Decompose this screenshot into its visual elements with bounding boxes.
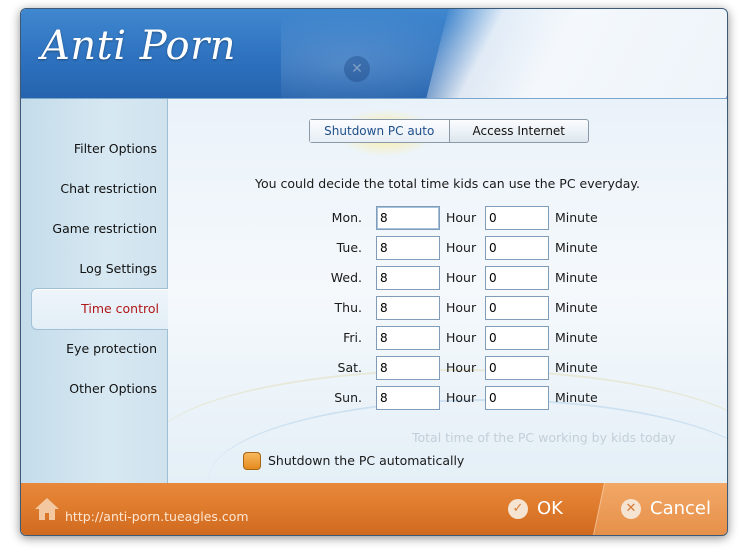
hour-label: Hour bbox=[446, 360, 477, 375]
sidebar-item-log-settings[interactable]: Log Settings bbox=[29, 249, 157, 289]
day-label: Sat. bbox=[337, 360, 362, 375]
sidebar: Filter Options Chat restriction Game res… bbox=[21, 99, 168, 483]
hour-label: Hour bbox=[446, 300, 477, 315]
hour-label: Hour bbox=[446, 270, 477, 285]
day-label: Wed. bbox=[330, 270, 362, 285]
minute-label: Minute bbox=[555, 270, 598, 285]
header-banner: Anti Porn ✕ bbox=[21, 9, 727, 99]
sidebar-item-label: Eye protection bbox=[66, 341, 157, 356]
day-row-wed: Wed. Hour Minute bbox=[168, 266, 727, 290]
day-label: Sun. bbox=[334, 390, 362, 405]
minute-label: Minute bbox=[555, 390, 598, 405]
close-icon: ✕ bbox=[621, 499, 641, 519]
app-title: Anti Porn bbox=[41, 23, 236, 69]
checkbox-box[interactable] bbox=[243, 452, 261, 470]
minute-input-fri[interactable] bbox=[485, 326, 549, 350]
sidebar-item-label: Other Options bbox=[69, 381, 157, 396]
sidebar-item-label: Log Settings bbox=[79, 261, 157, 276]
hour-label: Hour bbox=[446, 390, 477, 405]
checkbox-label: Shutdown the PC automatically bbox=[268, 453, 465, 468]
minute-input-sat[interactable] bbox=[485, 356, 549, 380]
sidebar-item-label: Chat restriction bbox=[60, 181, 157, 196]
cancel-label: Cancel bbox=[650, 498, 711, 519]
footer-bar: http://anti-porn.tueagles.com ✓ OK ✕ Can… bbox=[21, 483, 727, 535]
sidebar-item-label: Time control bbox=[81, 301, 159, 316]
website-link[interactable]: http://anti-porn.tueagles.com bbox=[65, 509, 249, 524]
day-label: Tue. bbox=[336, 240, 362, 255]
hour-input-tue[interactable] bbox=[376, 236, 440, 260]
day-row-thu: Thu. Hour Minute bbox=[168, 296, 727, 320]
sidebar-item-label: Filter Options bbox=[73, 141, 157, 156]
hour-input-wed[interactable] bbox=[376, 266, 440, 290]
sidebar-item-filter-options[interactable]: Filter Options bbox=[29, 129, 157, 169]
minute-label: Minute bbox=[555, 240, 598, 255]
hour-input-sat[interactable] bbox=[376, 356, 440, 380]
header-glow bbox=[281, 9, 501, 98]
today-usage-text: Total time of the PC working by kids tod… bbox=[412, 430, 676, 445]
minute-label: Minute bbox=[555, 330, 598, 345]
close-icon: ✕ bbox=[344, 56, 370, 82]
minute-input-sun[interactable] bbox=[485, 386, 549, 410]
tab-shutdown-pc-auto[interactable]: Shutdown PC auto bbox=[310, 120, 450, 142]
day-label: Mon. bbox=[331, 210, 362, 225]
minute-input-wed[interactable] bbox=[485, 266, 549, 290]
tab-access-internet[interactable]: Access Internet bbox=[450, 120, 589, 142]
minute-label: Minute bbox=[555, 300, 598, 315]
minute-label: Minute bbox=[555, 210, 598, 225]
hour-label: Hour bbox=[446, 210, 477, 225]
sidebar-item-game-restriction[interactable]: Game restriction bbox=[29, 209, 157, 249]
hour-input-fri[interactable] bbox=[376, 326, 440, 350]
check-icon: ✓ bbox=[508, 499, 528, 519]
sidebar-item-chat-restriction[interactable]: Chat restriction bbox=[29, 169, 157, 209]
tab-bar: Shutdown PC auto Access Internet bbox=[309, 119, 589, 143]
day-row-sat: Sat. Hour Minute bbox=[168, 356, 727, 380]
sidebar-item-time-control[interactable]: Time control bbox=[31, 288, 168, 330]
main-panel: Shutdown PC auto Access Internet You cou… bbox=[168, 99, 727, 483]
hour-label: Hour bbox=[446, 330, 477, 345]
day-row-sun: Sun. Hour Minute bbox=[168, 386, 727, 410]
hour-input-sun[interactable] bbox=[376, 386, 440, 410]
app-window: Anti Porn ✕ Filter Options Chat restrict… bbox=[20, 8, 728, 536]
minute-input-thu[interactable] bbox=[485, 296, 549, 320]
minute-label: Minute bbox=[555, 360, 598, 375]
day-label: Fri. bbox=[343, 330, 362, 345]
day-label: Thu. bbox=[334, 300, 362, 315]
time-description: You could decide the total time kids can… bbox=[254, 176, 641, 191]
ok-label: OK bbox=[537, 498, 563, 519]
cancel-button[interactable]: ✕ Cancel bbox=[621, 493, 711, 525]
minute-input-mon[interactable] bbox=[485, 206, 549, 230]
hour-label: Hour bbox=[446, 240, 477, 255]
hour-input-thu[interactable] bbox=[376, 296, 440, 320]
home-icon[interactable] bbox=[33, 495, 61, 523]
minute-input-tue[interactable] bbox=[485, 236, 549, 260]
hour-input-mon[interactable] bbox=[376, 206, 440, 230]
sidebar-item-eye-protection[interactable]: Eye protection bbox=[29, 329, 157, 369]
day-row-tue: Tue. Hour Minute bbox=[168, 236, 727, 260]
sidebar-item-label: Game restriction bbox=[52, 221, 157, 236]
ok-button[interactable]: ✓ OK bbox=[508, 493, 563, 525]
sidebar-item-other-options[interactable]: Other Options bbox=[29, 369, 157, 409]
day-row-fri: Fri. Hour Minute bbox=[168, 326, 727, 350]
day-row-mon: Mon. Hour Minute bbox=[168, 206, 727, 230]
